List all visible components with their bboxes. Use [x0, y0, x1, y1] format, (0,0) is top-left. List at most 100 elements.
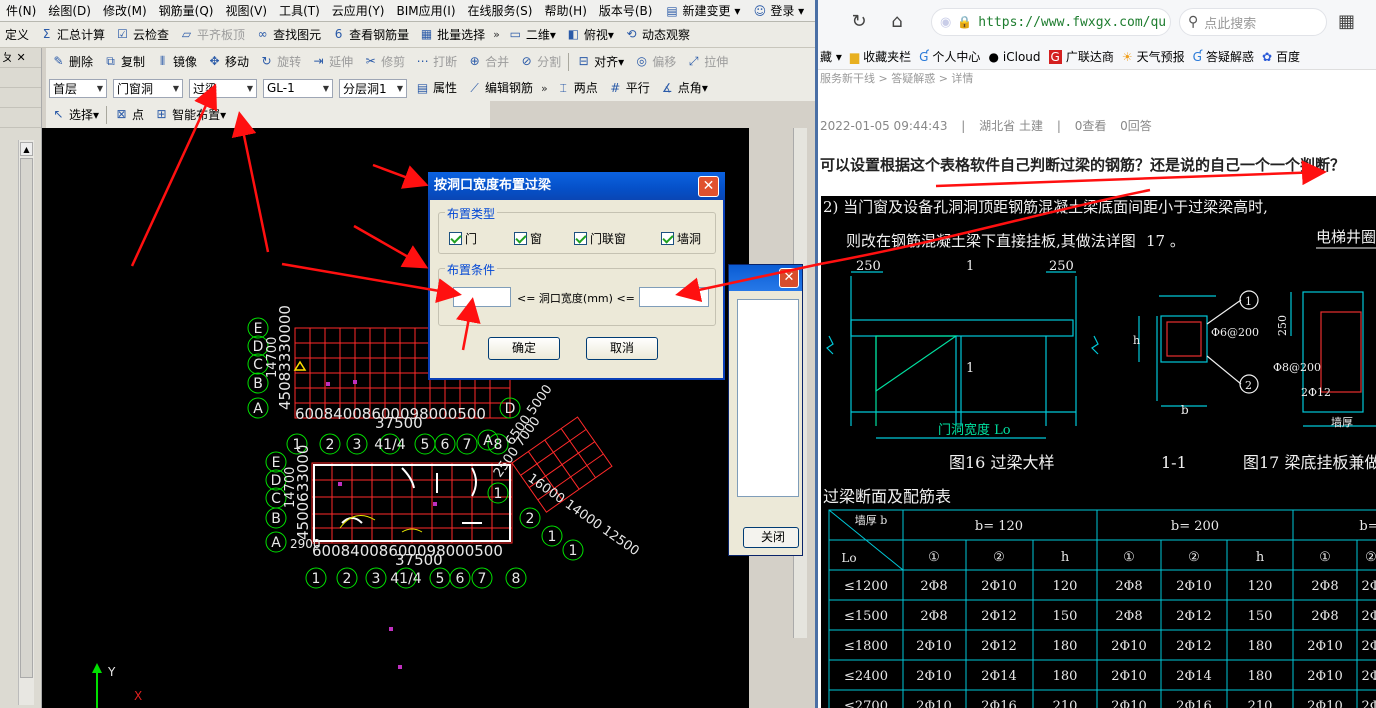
background-dialog-close-icon[interactable]: ✕: [779, 268, 799, 288]
toolbar-more-icon[interactable]: »: [538, 82, 551, 95]
window-checkbox[interactable]: 窗: [514, 230, 542, 247]
view-2d-dropdown[interactable]: ▭ 二维 ▾: [503, 24, 561, 46]
max-width-input[interactable]: [639, 287, 709, 307]
chevron-down-icon: ▼: [172, 83, 179, 93]
background-dialog-list[interactable]: [737, 299, 799, 497]
top-view-dropdown[interactable]: ◧ 俯视 ▾: [561, 24, 619, 46]
door-checkbox[interactable]: 门: [449, 230, 477, 247]
apps-grid-icon[interactable]: ▦: [1338, 12, 1358, 32]
svg-text:则改在钢筋混凝土梁下直接挂板,其做法详图: 则改在钢筋混凝土梁下直接挂板,其做法详图: [846, 232, 1136, 250]
parallel-button[interactable]: # 平行: [603, 77, 655, 99]
svg-text:A: A: [483, 433, 493, 449]
menu-new-change[interactable]: ▤ 新建变更 ▾: [658, 0, 746, 21]
svg-text:17 。: 17 。: [1146, 232, 1185, 250]
menu-login[interactable]: ☺ 登录 ▾: [746, 0, 810, 21]
search-input[interactable]: ⚲ 点此搜索: [1179, 8, 1327, 36]
dynamic-observe-button[interactable]: ⟲ 动态观察: [619, 24, 695, 46]
scroll-up-icon[interactable]: ▲: [20, 142, 33, 156]
svg-text:37500: 37500: [395, 551, 443, 569]
summary-calc-button[interactable]: Σ 汇总计算: [34, 24, 110, 46]
offset-button[interactable]: ◎ 偏移: [629, 51, 681, 73]
menu-tools[interactable]: 工具(T): [273, 0, 326, 21]
break-button[interactable]: ⋯ 打断: [410, 51, 462, 73]
find-element-button[interactable]: ∞ 查找图元: [250, 24, 326, 46]
bookmark-favorites[interactable]: 藏 ▾: [820, 48, 842, 65]
stretch-button[interactable]: ⤢ 拉伸: [681, 51, 733, 73]
menu-bim[interactable]: BIM应用(I): [390, 0, 461, 21]
svg-text:A: A: [271, 535, 281, 551]
home-icon[interactable]: ⌂: [884, 9, 910, 35]
bookmark-glodon[interactable]: G 广联达商: [1048, 48, 1114, 65]
align-icon: ⊟: [578, 54, 589, 68]
move-button[interactable]: ✥ 移动: [202, 51, 254, 73]
copy-button[interactable]: ⧉ 复制: [98, 51, 150, 73]
dialog-close-icon[interactable]: ✕: [698, 176, 719, 197]
menu-modify[interactable]: 修改(M): [97, 0, 153, 21]
svg-text:门洞宽度 Lo: 门洞宽度 Lo: [938, 422, 1011, 438]
point-button[interactable]: ⊠ 点: [109, 104, 149, 126]
trim-button[interactable]: ✂ 修剪: [358, 51, 410, 73]
extend-button[interactable]: ⇥ 延伸: [306, 51, 358, 73]
chevron-down-icon: ▼: [96, 83, 103, 93]
g-logo-icon: Ɠ: [1192, 49, 1202, 64]
background-dialog-close-button[interactable]: 关闭: [743, 527, 799, 548]
svg-text:1: 1: [966, 259, 974, 274]
floor-select[interactable]: 首层 ▼: [49, 78, 107, 98]
element-select[interactable]: GL-1 ▼: [263, 78, 333, 98]
bookmark-weather[interactable]: ☀ 天气预报: [1122, 48, 1185, 65]
view-rebar-button[interactable]: 6 查看钢筋量: [326, 24, 414, 46]
point-angle-dropdown[interactable]: ∡ 点角 ▾: [655, 77, 713, 99]
panel-pin-row[interactable]: ㄆ ✕: [0, 48, 41, 68]
select-dropdown[interactable]: ↖ 选择 ▾: [46, 104, 104, 126]
align-dropdown[interactable]: ⊟ 对齐 ▾: [571, 51, 629, 73]
reload-icon[interactable]: ↻: [846, 9, 872, 35]
svg-text:2: 2: [526, 511, 535, 527]
door-window-checkbox[interactable]: 门联窗: [574, 230, 626, 247]
ok-button[interactable]: 确定: [488, 337, 560, 360]
smart-place-dropdown[interactable]: ⊞ 智能布置 ▾: [149, 104, 231, 126]
menu-online-service[interactable]: 在线服务(S): [462, 0, 539, 21]
define-button[interactable]: 定义: [0, 24, 34, 46]
edit-rebar-button[interactable]: ⟋ 编辑钢筋: [462, 77, 538, 99]
mirror-button[interactable]: ⫴ 镜像: [150, 51, 202, 73]
bookmark-baidu[interactable]: ✿ 百度: [1262, 48, 1300, 65]
type-select[interactable]: 过梁 ▼: [189, 78, 257, 98]
category-select[interactable]: 门窗洞 ▼: [113, 78, 183, 98]
left-scrollbar[interactable]: ▲: [18, 140, 34, 705]
toolbar-more-icon[interactable]: »: [490, 28, 503, 41]
min-width-input[interactable]: [453, 287, 511, 307]
split-button[interactable]: ⊘ 分割: [514, 51, 566, 73]
menu-version[interactable]: 版本号(B): [593, 0, 659, 21]
menu-file[interactable]: 件(N): [0, 0, 42, 21]
table-row-span: ≤2400: [844, 669, 888, 684]
check-icon: ☑: [117, 27, 128, 41]
bookmark-folder[interactable]: ▆ 收藏夹栏: [850, 48, 911, 65]
svg-text:②: ②: [993, 550, 1005, 565]
bookmark-qa[interactable]: Ɠ 答疑解惑: [1193, 48, 1254, 65]
two-point-button[interactable]: ⌶ 两点: [551, 77, 603, 99]
table-cell: 2Φ10: [1307, 669, 1342, 684]
menu-cloud[interactable]: 云应用(Y): [326, 0, 391, 21]
wall-opening-checkbox[interactable]: 墙洞: [661, 230, 701, 247]
menu-help[interactable]: 帮助(H): [538, 0, 592, 21]
layer-select[interactable]: 分层洞1 ▼: [339, 78, 407, 98]
address-bar[interactable]: ◉ 🔒 https://www.fwxgx.com/qu: [931, 8, 1171, 36]
menu-view[interactable]: 视图(V): [219, 0, 273, 21]
properties-button[interactable]: ▤ 属性: [410, 77, 462, 99]
breadcrumb[interactable]: 服务新干线 > 答疑解惑 > 详情: [820, 70, 973, 86]
batch-select-button[interactable]: ▦ 批量选择: [414, 24, 490, 46]
delete-button[interactable]: ✎ 删除: [46, 51, 98, 73]
svg-text:B: B: [271, 511, 281, 527]
merge-button[interactable]: ⊕ 合并: [462, 51, 514, 73]
menu-rebar-quantity[interactable]: 钢筋量(Q): [153, 0, 220, 21]
url-text: https://www.fwxgx.com/qu: [978, 14, 1167, 30]
align-slab-top-button[interactable]: ▱ 平齐板顶: [174, 24, 250, 46]
svg-text:C: C: [271, 491, 281, 507]
menu-draw[interactable]: 绘图(D): [42, 0, 97, 21]
bookmark-icloud[interactable]: ● iCloud: [988, 50, 1040, 64]
cancel-button[interactable]: 取消: [586, 337, 658, 360]
bookmark-personal-center[interactable]: Ɠ 个人中心: [919, 48, 980, 65]
cloud-check-button[interactable]: ☑ 云检查: [110, 24, 174, 46]
scrollbar-thumb[interactable]: [20, 158, 33, 678]
rotate-button[interactable]: ↻ 旋转: [254, 51, 306, 73]
